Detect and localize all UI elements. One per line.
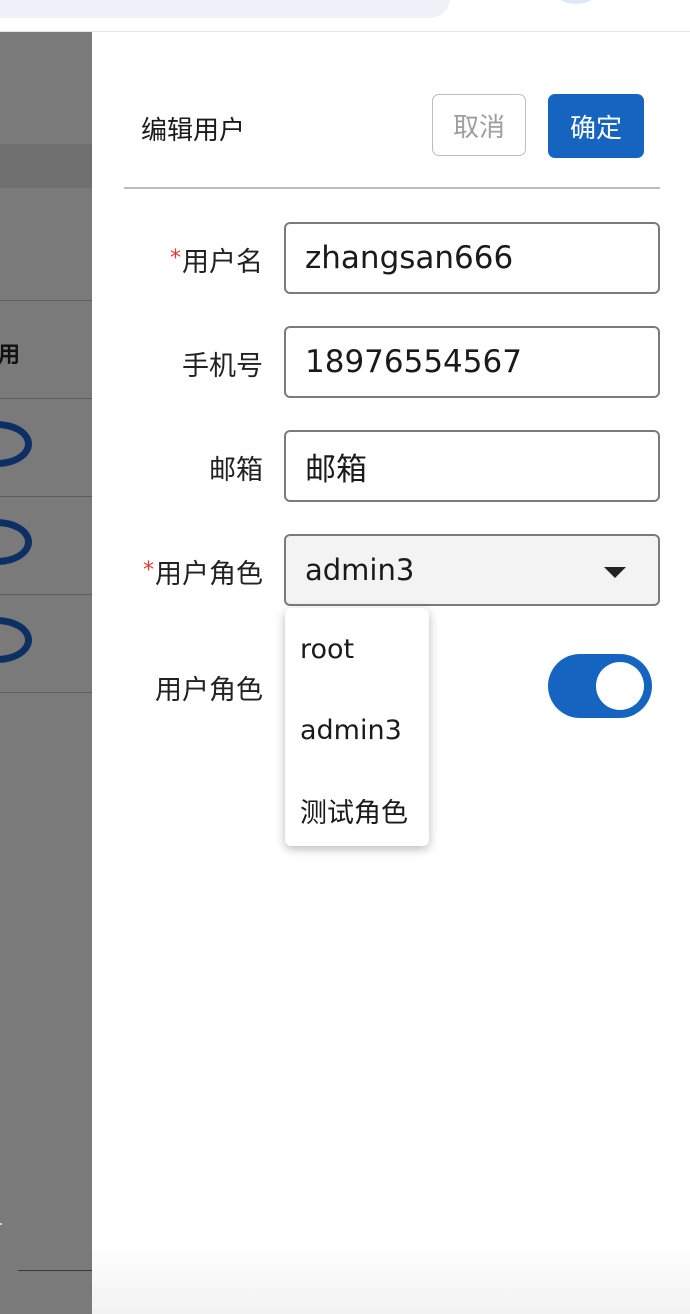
page-backdrop-overlay[interactable]: 用	[0, 32, 92, 1314]
required-mark: *	[170, 246, 181, 271]
role-option-root[interactable]: root	[285, 608, 429, 690]
backdrop-divider	[0, 692, 92, 693]
backdrop-toggle-icon	[0, 617, 32, 663]
header-divider	[124, 187, 660, 189]
role-status-toggle[interactable]	[548, 654, 652, 718]
backdrop-footer-line	[18, 1270, 92, 1271]
drawer-title: 编辑用户	[141, 116, 246, 146]
confirm-button[interactable]: 确定	[548, 94, 644, 158]
phone-label: 手机号	[182, 351, 263, 382]
role-dropdown-menu: root admin3 测试角色	[285, 608, 429, 846]
phone-input[interactable]: 18976554567	[284, 326, 660, 398]
backdrop-divider	[0, 496, 92, 497]
backdrop-divider	[0, 594, 92, 595]
email-input[interactable]: 邮箱	[284, 430, 660, 502]
toggle-knob	[596, 662, 644, 710]
username-input[interactable]: zhangsan666	[284, 222, 660, 294]
backdrop-header-band	[0, 144, 92, 188]
role-select-value: admin3	[305, 553, 415, 587]
role-label: *用户角色	[143, 558, 263, 590]
address-bar[interactable]	[0, 0, 450, 18]
browser-top-bar	[0, 0, 690, 32]
backdrop-toggle-icon	[0, 519, 32, 565]
role-status-label: 用户角色	[155, 675, 263, 706]
caret-down-icon[interactable]	[604, 567, 626, 578]
required-mark: *	[143, 558, 154, 583]
backdrop-divider	[0, 300, 92, 301]
avatar[interactable]	[556, 0, 596, 4]
bottom-fade	[92, 1240, 690, 1314]
email-label: 邮箱	[209, 455, 263, 486]
role-option-test-role[interactable]: 测试角色	[285, 770, 429, 850]
backdrop-column-header: 用	[0, 343, 21, 368]
username-label: *用户名	[170, 246, 263, 278]
role-option-admin3[interactable]: admin3	[285, 690, 429, 770]
role-select[interactable]: admin3	[284, 534, 660, 606]
backdrop-mark	[0, 1223, 2, 1225]
backdrop-toggle-icon	[0, 421, 32, 467]
cancel-button[interactable]: 取消	[432, 94, 526, 156]
backdrop-divider	[0, 398, 92, 399]
edit-user-drawer: 编辑用户 取消 确定 *用户名 zhangsan666 手机号 18976554…	[92, 32, 690, 1314]
